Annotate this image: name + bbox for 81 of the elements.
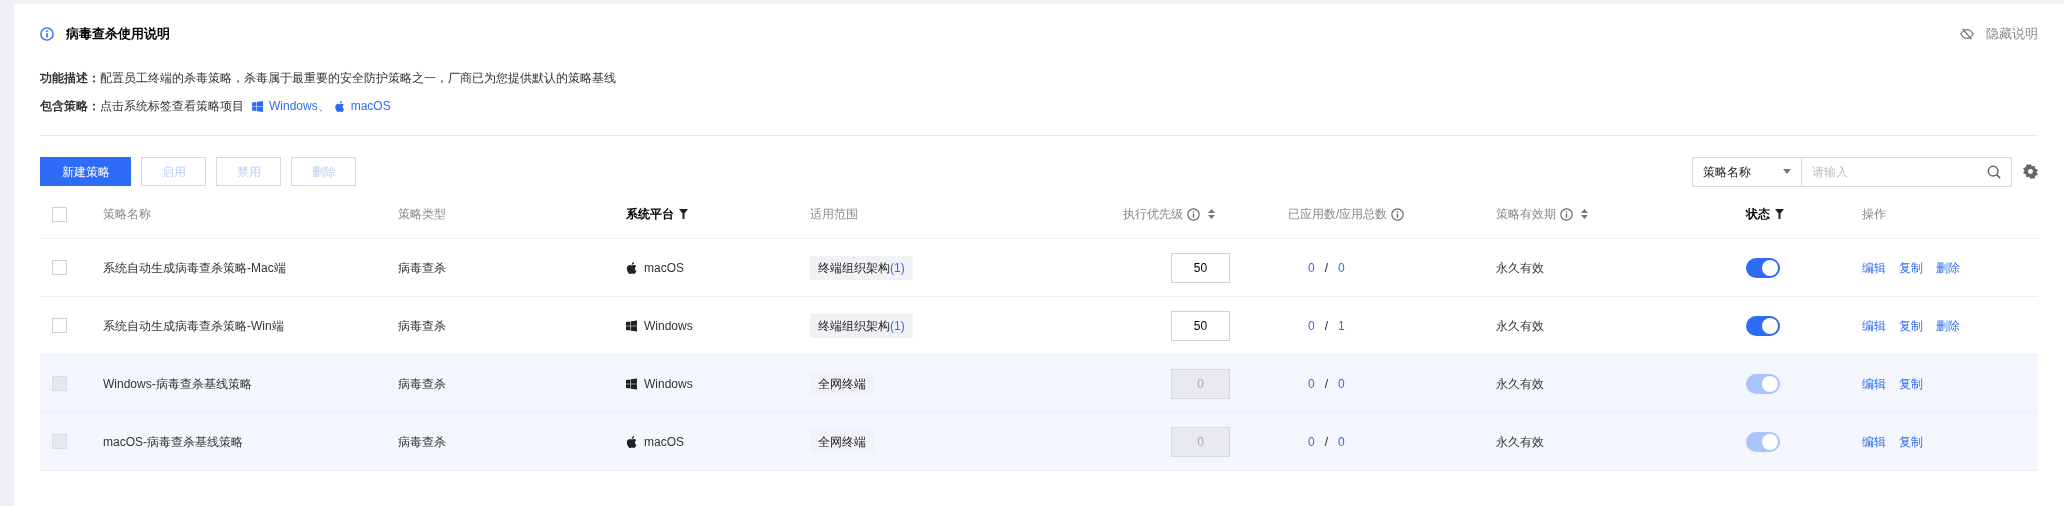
checkbox[interactable] [52, 206, 67, 222]
windows-icon [626, 377, 637, 390]
description-label: 功能描述： [40, 70, 100, 87]
info-icon [1560, 207, 1573, 221]
windows-icon [626, 319, 637, 332]
sort-icon[interactable] [1581, 209, 1588, 219]
apple-icon [626, 261, 637, 274]
select-value: 策略名称 [1703, 163, 1751, 181]
column-header: 操作 [1862, 206, 1886, 223]
action-link[interactable]: 编辑 [1862, 258, 1886, 277]
column-header: 策略名称 [103, 206, 151, 223]
table-cell-text: macOS [644, 433, 684, 451]
apple-icon [626, 435, 637, 448]
sort-icon[interactable] [1208, 209, 1215, 219]
checkbox[interactable] [52, 260, 67, 275]
info-icon [1187, 207, 1200, 221]
column-header: 策略有效期 [1496, 206, 1556, 223]
caret-icon [1783, 169, 1791, 174]
policies-label: 包含策略： [40, 98, 100, 115]
settings-icon[interactable] [2023, 164, 2038, 179]
status-toggle[interactable] [1746, 315, 1780, 336]
scope-tag: 全网终端 [810, 371, 874, 396]
table-cell-text: 永久有效 [1496, 433, 1544, 451]
hide-notice-button[interactable]: 隐藏说明 [1960, 24, 2038, 44]
search-field[interactable]: 请输入 [1802, 156, 2012, 187]
policies-text: 点击系统标签查看策略项目 [100, 98, 244, 115]
separator: / [1324, 375, 1329, 393]
column-header: 适用范围 [810, 206, 858, 223]
platform-link[interactable]: Windows、 [252, 97, 330, 115]
action-link[interactable]: 删除 [1936, 316, 1960, 335]
platform-link[interactable]: macOS [333, 97, 391, 115]
scope-tag: 全网终端 [810, 429, 874, 454]
total-count-link[interactable]: 0 [1338, 258, 1345, 277]
column-header: 系统平台 [626, 206, 674, 223]
table-cell-text: 病毒查杀 [398, 317, 446, 335]
filter-icon[interactable] [1775, 209, 1784, 219]
action-link[interactable]: 删除 [1936, 258, 1960, 277]
separator: / [1324, 433, 1329, 451]
table-cell-text: macOS [644, 259, 684, 277]
applied-count-link[interactable]: 0 [1308, 258, 1315, 277]
column-header: 已应用数/应用总数 [1288, 206, 1388, 223]
action-link[interactable]: 复制 [1899, 258, 1923, 277]
status-toggle[interactable] [1746, 257, 1780, 278]
scope-tag: 终端组织架构(1) [810, 313, 913, 338]
column-header: 策略类型 [398, 206, 446, 223]
eye-off-icon [1960, 27, 1974, 41]
action-link[interactable]: 复制 [1899, 316, 1923, 335]
checkbox[interactable] [52, 318, 67, 333]
scope-tag: 终端组织架构(1) [810, 255, 913, 280]
table-cell-text: 永久有效 [1496, 375, 1544, 393]
column-header: 执行优先级 [1123, 206, 1183, 223]
table-cell-text: 病毒查杀 [398, 259, 446, 277]
notice-title: 病毒查杀使用说明 [66, 25, 170, 44]
table-cell-text: 病毒查杀 [398, 433, 446, 451]
applied-count-link[interactable]: 0 [1308, 316, 1315, 335]
separator: / [1324, 259, 1329, 277]
search-input[interactable]: 请输入 [1812, 162, 1987, 181]
table-cell-text: 系统自动生成病毒查杀策略-Mac端 [103, 259, 286, 277]
separator: / [1324, 317, 1329, 335]
priority-field[interactable]: 50 [1171, 310, 1230, 341]
table-cell-text: Windows [644, 375, 693, 393]
table-cell-text: 病毒查杀 [398, 375, 446, 393]
total-count-link[interactable]: 1 [1338, 316, 1345, 335]
search-icon[interactable] [1987, 164, 2001, 179]
column-header: 状态 [1746, 206, 1770, 223]
table-cell-text: Windows [644, 317, 693, 335]
priority-field[interactable]: 50 [1171, 252, 1230, 283]
info-icon [40, 27, 54, 41]
table-cell-text: Windows-病毒查杀基线策略 [103, 375, 252, 393]
action-link[interactable]: 编辑 [1862, 316, 1886, 335]
windows-icon [252, 100, 263, 112]
field-select[interactable]: 策略名称 [1692, 156, 1802, 187]
toolbar-button[interactable]: 新建策略 [40, 157, 131, 186]
filter-icon[interactable] [679, 209, 688, 219]
table-cell-text: 永久有效 [1496, 259, 1544, 277]
table-cell-text: 永久有效 [1496, 317, 1544, 335]
description-text: 配置员工终端的杀毒策略，杀毒属于最重要的安全防护策略之一，厂商已为您提供默认的策略基线 [100, 70, 616, 87]
apple-icon [333, 100, 345, 112]
table-cell-text: 系统自动生成病毒查杀策略-Win端 [103, 317, 284, 335]
info-icon [1391, 207, 1405, 221]
table-cell-text: macOS-病毒查杀基线策略 [103, 433, 243, 451]
